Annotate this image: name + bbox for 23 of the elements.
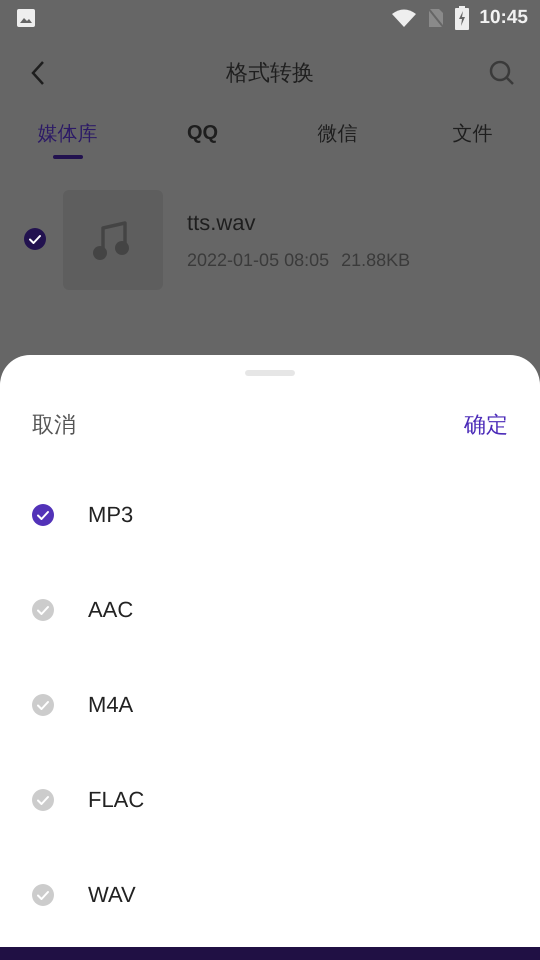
search-icon	[488, 59, 516, 87]
check-icon[interactable]	[32, 884, 54, 906]
image-icon	[16, 8, 36, 28]
check-icon[interactable]	[32, 788, 54, 810]
back-icon	[30, 60, 46, 86]
battery-charging-icon	[455, 6, 470, 30]
page-title: 格式转换	[225, 59, 315, 87]
cancel-button[interactable]: 取消	[32, 410, 76, 440]
clock-time: 10:45	[479, 7, 528, 29]
format-option[interactable]: FLAC	[88, 786, 144, 812]
check-icon[interactable]	[32, 694, 54, 716]
drag-handle[interactable]	[245, 370, 295, 376]
no-sim-icon	[427, 7, 446, 29]
format-option[interactable]: MP3	[88, 502, 134, 528]
check-icon[interactable]	[24, 228, 46, 250]
format-option[interactable]: AAC	[88, 596, 134, 622]
check-icon[interactable]	[32, 504, 54, 526]
format-option[interactable]: WAV	[88, 882, 136, 908]
confirm-button[interactable]: 确定	[464, 410, 508, 440]
file-name: tts.wav	[187, 210, 256, 236]
check-icon[interactable]	[32, 598, 54, 620]
format-option[interactable]: M4A	[88, 692, 134, 718]
wifi-icon	[391, 8, 418, 28]
